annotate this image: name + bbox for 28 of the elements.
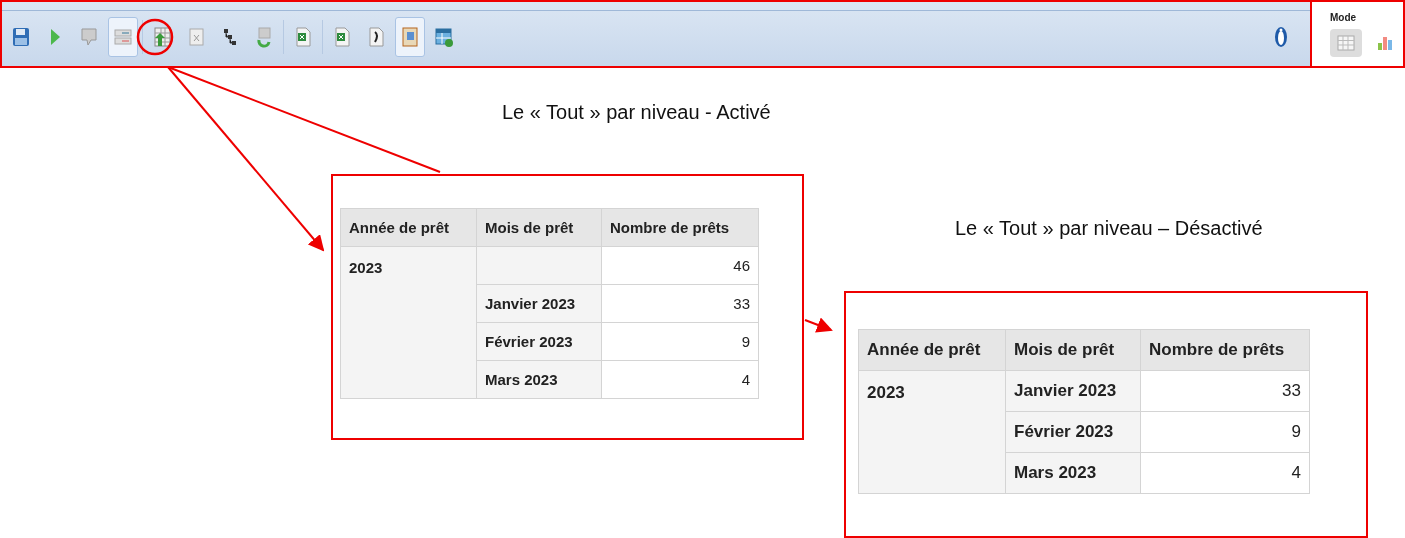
table-cell: 4 bbox=[601, 360, 759, 399]
column-header: Année de prêt bbox=[858, 329, 1006, 371]
table-cell: 9 bbox=[1140, 411, 1310, 453]
table-cell: 9 bbox=[601, 322, 759, 361]
table-cell: 33 bbox=[1140, 370, 1310, 412]
row-header-cell: Janvier 2023 bbox=[1005, 370, 1141, 412]
row-header-cell: Mars 2023 bbox=[1005, 452, 1141, 494]
row-header-cell: Janvier 2023 bbox=[476, 284, 602, 323]
column-header: Mois de prêt bbox=[1005, 329, 1141, 371]
row-header-cell: 2023 bbox=[340, 246, 477, 399]
book-icon[interactable] bbox=[395, 17, 425, 57]
table-cell: 4 bbox=[1140, 452, 1310, 494]
column-header: Nombre de prêts bbox=[1140, 329, 1310, 371]
column-header: Nombre de prêts bbox=[601, 208, 759, 247]
row-header-cell: Février 2023 bbox=[1005, 411, 1141, 453]
table-icon[interactable] bbox=[1330, 29, 1362, 57]
caption-text: Le « Tout » par niveau - Activé bbox=[502, 101, 771, 124]
row-header-cell: 2023 bbox=[858, 370, 1006, 494]
row-header-cell: Février 2023 bbox=[476, 322, 602, 361]
caption-text: Le « Tout » par niveau – Désactivé bbox=[955, 217, 1263, 240]
row-header-cell: Mars 2023 bbox=[476, 360, 602, 399]
column-header: Année de prêt bbox=[340, 208, 477, 247]
total-cell: 46 bbox=[601, 246, 759, 285]
table-cell: 33 bbox=[601, 284, 759, 323]
column-header: Mois de prêt bbox=[476, 208, 602, 247]
layout-icon[interactable] bbox=[108, 17, 138, 57]
mode-label: Mode bbox=[1330, 12, 1358, 23]
highlight-circle bbox=[136, 18, 174, 56]
